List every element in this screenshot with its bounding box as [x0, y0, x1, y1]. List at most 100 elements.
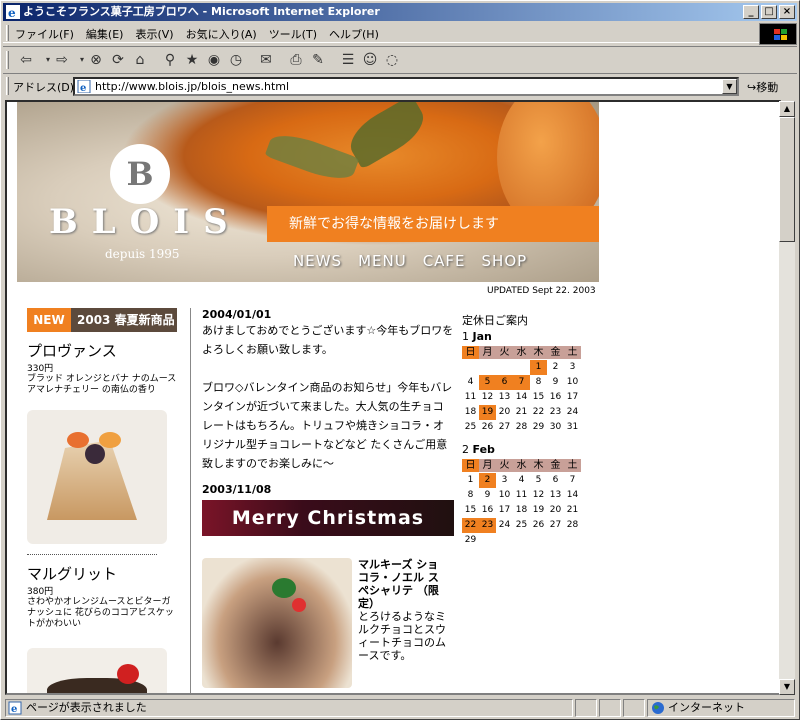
print-icon[interactable]: ⎙	[287, 51, 305, 69]
calendar-day: 19	[532, 505, 545, 515]
menu-tools[interactable]: ツール(T)	[269, 26, 317, 42]
stop-icon[interactable]: ⊗	[87, 51, 105, 69]
favorites-icon[interactable]: ★	[183, 51, 201, 69]
zone-cell: インターネット	[647, 699, 795, 717]
product-image[interactable]	[27, 410, 167, 544]
title-bar[interactable]: e ようこそフランス菓子工房ブロワへ - Microsoft Internet …	[3, 3, 797, 21]
status-text-cell: e ページが表示されました	[5, 699, 573, 717]
weekday-header: 木	[530, 459, 547, 472]
nav-cafe[interactable]: CAFE	[423, 252, 466, 270]
weekday-header: 木	[530, 346, 547, 359]
calendar-grid: 日月火水木金土 1 2 3 4 5 6 7 8 9 10 11 12 13 14 15 16 17 18 19 20 21…	[462, 345, 592, 435]
history-icon[interactable]: ◷	[227, 51, 245, 69]
strawberry-image	[117, 664, 139, 684]
calendar-day: 15	[532, 392, 545, 402]
calendar-column: 定休日ご案内 1 Jan 日月火水木金土 1 2 3 4 5 6 7 8 9 10 11 12 13 14 15…	[462, 312, 592, 548]
weekday-header: 火	[496, 346, 513, 359]
forward-icon[interactable]: ⇨	[53, 51, 71, 69]
product-image[interactable]	[27, 648, 167, 693]
calendar-day: 31	[566, 422, 579, 432]
nav-menu[interactable]: MENU	[358, 252, 407, 270]
vertical-scrollbar[interactable]: ▲ ▼	[779, 101, 795, 695]
go-arrow-icon: ↪	[747, 81, 757, 94]
maximize-button[interactable]: □	[761, 5, 777, 19]
calendar-day: 17	[498, 505, 511, 515]
mail-icon[interactable]: ✉	[257, 51, 275, 69]
address-field[interactable]: e ▼	[73, 77, 739, 96]
go-button[interactable]: ↪移動	[747, 79, 778, 95]
page-icon: e	[77, 80, 91, 93]
news-text: ブロワ◇バレンタイン商品のお知らせ」今年もバレンタインが近づいて来ました。大人気…	[202, 381, 453, 470]
updated-text: UPDATED Sept 22. 2003	[487, 286, 596, 296]
nav-shop[interactable]: SHOP	[482, 252, 528, 270]
edit-icon[interactable]: ✎	[309, 51, 327, 69]
menu-help[interactable]: ヘルプ(H)	[329, 26, 379, 42]
calendar-holiday: 7	[513, 375, 530, 390]
svg-text:e: e	[8, 6, 16, 19]
calendar-day: 30	[549, 422, 562, 432]
news-date: 2003/11/08	[202, 483, 272, 496]
status-cell	[623, 699, 645, 717]
scroll-down-icon[interactable]: ▼	[779, 679, 795, 695]
menu-file[interactable]: ファイル(F)	[15, 26, 74, 42]
menu-favorites[interactable]: お気に入り(A)	[186, 26, 257, 42]
nav-news[interactable]: NEWS	[293, 252, 342, 270]
menu-view[interactable]: 表示(V)	[135, 26, 173, 42]
menu-grip[interactable]	[6, 25, 9, 41]
globe-icon	[652, 702, 664, 714]
logo-text: BLOIS	[49, 202, 242, 242]
search-icon[interactable]: ⚲	[161, 51, 179, 69]
product-name[interactable]: プロヴァンス	[27, 340, 177, 361]
calendar-day: 3	[569, 362, 576, 372]
toolbar: ⇦ ▾ ⇨ ▾ ⊗ ⟳ ⌂ ⚲ ★ ◉ ◷ ✉ ⎙ ✎ ☰ ☺ ◌	[3, 46, 797, 72]
close-button[interactable]: ×	[779, 5, 795, 19]
calendar-month-title: 1 Jan	[462, 330, 592, 343]
page-viewport: B BLOIS depuis 1995 新鮮でお得な情報をお届けします NEWS…	[5, 100, 781, 695]
scroll-thumb[interactable]	[779, 117, 795, 242]
windows-logo-icon	[759, 23, 797, 45]
christmas-item: マルキーズ ショコラ・ノエル スペシャリテ （限定） とろけるようなミルクチョコ…	[202, 558, 454, 688]
calendar-day: 21	[515, 407, 528, 417]
home-icon[interactable]: ⌂	[131, 51, 149, 69]
calendar-day: 18	[515, 505, 528, 515]
weekday-header: 日	[462, 346, 479, 359]
minimize-button[interactable]: _	[743, 5, 759, 19]
address-dropdown-icon[interactable]: ▼	[722, 79, 737, 94]
calendar-day: 29	[532, 422, 545, 432]
calendar-day: 27	[549, 520, 562, 530]
christmas-cake-image[interactable]	[202, 558, 352, 688]
product-name[interactable]: マルグリット	[27, 563, 177, 584]
calendar-day: 14	[566, 490, 579, 500]
badge-text: 2003 春夏新商品	[71, 308, 177, 332]
news-column: 2004/01/01 あけましておめでとうございます☆今年もブロワをよろしくお願…	[202, 308, 454, 688]
menu-edit[interactable]: 編集(E)	[86, 26, 124, 42]
calendar-day: 15	[464, 505, 477, 515]
calendar-empty-cell	[462, 360, 479, 375]
calendar-day: 26	[481, 422, 494, 432]
address-grip[interactable]	[6, 77, 9, 95]
refresh-icon[interactable]: ⟳	[109, 51, 127, 69]
discuss-icon[interactable]: ☰	[339, 51, 357, 69]
news-text: あけましておめでとうございます☆今年もブロワをよろしくお願い致します。	[202, 324, 454, 356]
weekday-header: 日	[462, 459, 479, 472]
calendar-title: 定休日ご案内	[462, 314, 528, 327]
status-cell	[599, 699, 621, 717]
messenger-icon[interactable]: ☺	[361, 51, 379, 69]
calendar-empty-cell	[496, 360, 513, 375]
calendar-day: 13	[498, 392, 511, 402]
media-icon[interactable]: ◉	[205, 51, 223, 69]
month-name: Feb	[472, 443, 495, 456]
calendar-day: 24	[498, 520, 511, 530]
calendar-day: 8	[535, 377, 542, 387]
christmas-product-title: マルキーズ ショコラ・ノエル スペシャリテ （限定）	[358, 558, 439, 610]
badge-new: NEW	[27, 308, 71, 332]
calendar-day: 8	[467, 490, 474, 500]
calendar-holiday: 2	[479, 473, 496, 488]
calendar-holiday: 19	[479, 405, 496, 420]
toolbar-grip[interactable]	[6, 51, 9, 69]
scroll-up-icon[interactable]: ▲	[779, 101, 795, 117]
calendar-day: 2	[552, 362, 559, 372]
address-input[interactable]	[95, 80, 715, 93]
back-icon[interactable]: ⇦	[17, 51, 35, 69]
chat-icon[interactable]: ◌	[383, 51, 401, 69]
